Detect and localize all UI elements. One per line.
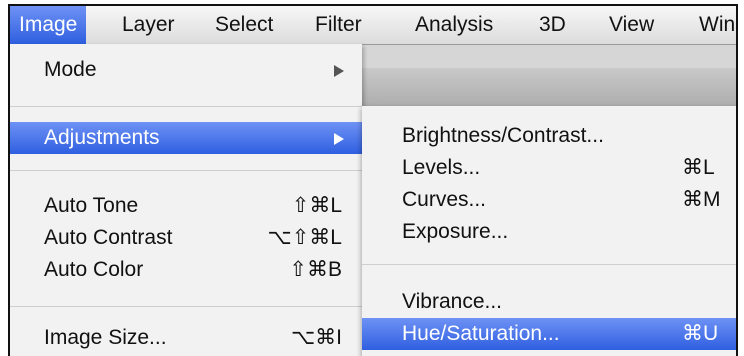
- menu-item-shortcut: ⌥⇧⌘L: [267, 226, 342, 249]
- menu-item-label: Mode: [44, 58, 97, 81]
- menubar-item-window[interactable]: Win: [690, 6, 736, 44]
- menu-item-label: Auto Color: [44, 258, 144, 281]
- menu-item-levels[interactable]: Levels... ⌘L: [362, 152, 736, 184]
- menu-separator: [10, 306, 362, 307]
- submenu-arrow-icon: [334, 133, 344, 145]
- menu-separator: [10, 106, 362, 107]
- menu-item-auto-contrast[interactable]: Auto Contrast ⌥⇧⌘L: [10, 222, 362, 254]
- menu-item-shortcut: ⇧⌘L: [291, 194, 342, 217]
- adjustments-submenu: Brightness/Contrast... Levels... ⌘L Curv…: [362, 106, 736, 356]
- menu-item-shortcut: ⇧⌘B: [289, 258, 342, 281]
- menu-item-label: Adjustments: [44, 126, 160, 149]
- menu-item-label: Curves...: [402, 188, 487, 211]
- menu-separator: [362, 264, 736, 265]
- menu-item-curves[interactable]: Curves... ⌘M: [362, 184, 736, 216]
- menu-item-shortcut: ⌘U: [682, 322, 719, 345]
- menu-item-adjustments[interactable]: Adjustments: [10, 122, 362, 154]
- submenu-arrow-icon: [334, 65, 344, 77]
- menu-item-label: Image Size...: [44, 326, 167, 349]
- image-menu: Mode Adjustments Auto Tone ⇧⌘L Auto Cont…: [10, 44, 362, 356]
- menubar-item-view[interactable]: View: [600, 6, 663, 44]
- menu-item-shortcut: ⌘M: [682, 188, 721, 211]
- menu-item-auto-color[interactable]: Auto Color ⇧⌘B: [10, 254, 362, 286]
- menu-item-label: Levels...: [402, 156, 481, 179]
- menubar-item-analysis[interactable]: Analysis: [406, 6, 502, 44]
- menu-item-mode[interactable]: Mode: [10, 54, 362, 86]
- menubar-item-3d[interactable]: 3D: [530, 6, 575, 44]
- menu-bar: Image Layer Select Filter Analysis 3D Vi…: [10, 6, 736, 45]
- menu-item-label: Vibrance...: [402, 290, 503, 313]
- screenshot-frame: Image Layer Select Filter Analysis 3D Vi…: [8, 4, 738, 356]
- menubar-item-select[interactable]: Select: [206, 6, 282, 44]
- menubar-item-image[interactable]: Image: [10, 6, 87, 44]
- menu-item-shortcut: ⌥⌘I: [290, 326, 342, 349]
- menu-item-shortcut: ⌘L: [682, 156, 715, 179]
- menu-item-label: Brightness/Contrast...: [402, 124, 604, 147]
- menu-item-exposure[interactable]: Exposure...: [362, 216, 736, 248]
- menu-item-brightness-contrast[interactable]: Brightness/Contrast...: [362, 120, 736, 152]
- menu-item-image-size[interactable]: Image Size... ⌥⌘I: [10, 322, 362, 354]
- menubar-item-layer[interactable]: Layer: [113, 6, 184, 44]
- menubar-item-filter[interactable]: Filter: [306, 6, 371, 44]
- menu-item-hue-saturation[interactable]: Hue/Saturation... ⌘U: [362, 318, 736, 350]
- menu-item-label: Exposure...: [402, 220, 509, 243]
- menu-item-label: Auto Tone: [44, 194, 139, 217]
- menu-separator: [10, 170, 362, 171]
- menu-item-label: Auto Contrast: [44, 226, 173, 249]
- menu-item-auto-tone[interactable]: Auto Tone ⇧⌘L: [10, 190, 362, 222]
- menu-item-label: Hue/Saturation...: [402, 322, 560, 345]
- menu-item-vibrance[interactable]: Vibrance...: [362, 286, 736, 318]
